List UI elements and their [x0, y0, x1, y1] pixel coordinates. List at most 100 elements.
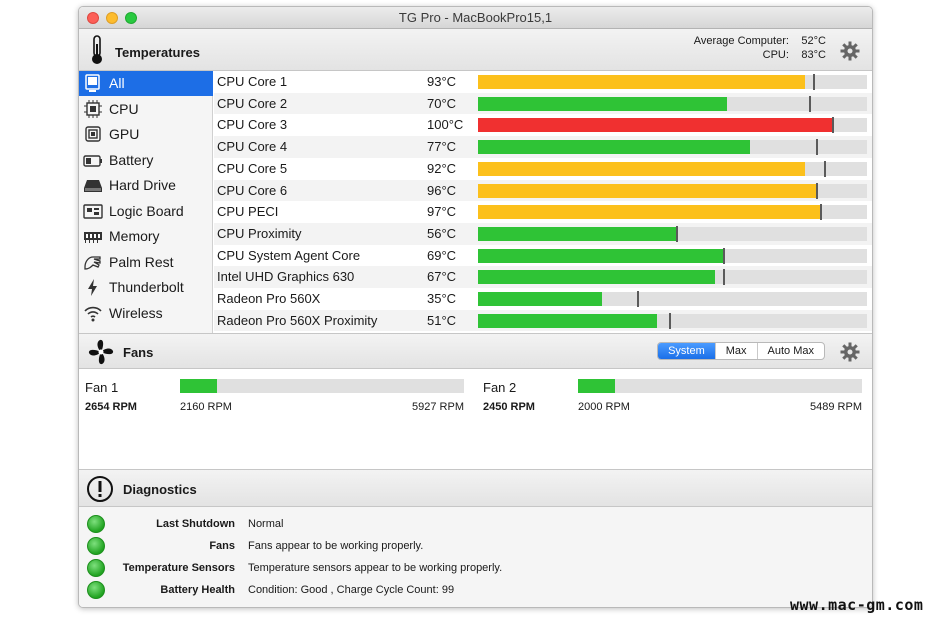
fans-settings-gear-icon[interactable]: [840, 342, 860, 362]
temperature-bar: [478, 225, 867, 242]
temperatures-settings-gear-icon[interactable]: [840, 41, 860, 61]
sidebar-item-palm-rest[interactable]: Palm Rest: [79, 250, 213, 275]
sensor-category-sidebar: All CPU GPU Battery Hard Drive Logic Boa…: [79, 71, 213, 333]
sidebar-item-label: Thunderbolt: [109, 279, 184, 295]
sidebar-item-hard-drive[interactable]: Hard Drive: [79, 173, 213, 198]
sensor-temperature: 96°C: [427, 182, 457, 198]
sidebar-item-cpu[interactable]: CPU: [79, 97, 213, 122]
cpu-chip-icon: [84, 99, 102, 118]
average-computer-label: Average Computer:: [693, 35, 789, 47]
sensor-row[interactable]: CPU Core 4 77°C: [214, 136, 872, 158]
cpu-summary-value: 83°C: [801, 49, 826, 61]
sidebar-item-label: Memory: [109, 228, 160, 244]
diagnostic-row-battery-health: Battery Health Condition: Good , Charge …: [79, 579, 872, 601]
hard-drive-icon: [84, 180, 102, 192]
sensor-row[interactable]: CPU PECI 97°C: [214, 201, 872, 223]
sidebar-item-label: Logic Board: [109, 202, 184, 219]
fan-max-rpm: 5489 RPM: [810, 401, 862, 413]
diagnostic-value: Temperature sensors appear to be working…: [248, 562, 503, 574]
temperature-bar-fill: [478, 292, 603, 306]
sidebar-item-thunderbolt[interactable]: Thunderbolt: [79, 275, 213, 300]
temperature-bar-fill: [478, 118, 832, 133]
temperatures-title: Temperatures: [115, 45, 201, 60]
sensor-temperature: 67°C: [427, 269, 457, 285]
fan-mode-selector[interactable]: System Max Auto Max: [657, 342, 825, 360]
sensor-name: CPU Core 3: [217, 117, 288, 133]
fan-min-rpm: 2000 RPM: [578, 401, 630, 413]
fan-mode-auto-max[interactable]: Auto Max: [756, 343, 824, 359]
sensor-row[interactable]: Radeon Pro 560X Proximity 51°C: [214, 309, 872, 332]
diagnostics-header: Diagnostics: [79, 469, 872, 507]
sensor-row[interactable]: CPU Core 5 92°C: [214, 158, 872, 180]
diagnostic-value: Normal: [248, 518, 284, 530]
temperature-bar-fill: [478, 140, 751, 155]
max-temperature-marker: [676, 225, 679, 242]
sensor-name: CPU Core 2: [217, 95, 288, 111]
fan-current-rpm: 2654 RPM: [85, 401, 137, 413]
temperature-bar: [478, 291, 867, 307]
sidebar-item-label: CPU: [109, 100, 139, 117]
sidebar-item-wireless[interactable]: Wireless: [79, 301, 213, 326]
sidebar-item-memory[interactable]: Memory: [79, 224, 213, 249]
fan-current-rpm: 2450 RPM: [483, 401, 535, 413]
diagnostic-row-fans: Fans Fans appear to be working properly.: [79, 535, 872, 557]
fan-mode-max[interactable]: Max: [714, 343, 757, 359]
sensor-name: CPU Core 1: [217, 74, 288, 89]
temperature-bar: [478, 182, 867, 199]
diagnostic-label: Last Shutdown: [156, 518, 235, 530]
diagnostic-label: Temperature Sensors: [122, 562, 235, 574]
temperature-bar: [478, 95, 867, 112]
logic-board-icon: [83, 203, 103, 219]
temperature-bar: [478, 117, 867, 134]
max-temperature-marker: [723, 269, 726, 286]
temperature-sensor-list[interactable]: CPU Core 1 93°C CPU Core 2 70°C CPU Core 3 10…: [214, 71, 872, 333]
sidebar-item-gpu[interactable]: GPU: [79, 122, 213, 147]
sensor-row[interactable]: Intel UHD Graphics 630 67°C: [214, 266, 872, 288]
sensor-temperature: 51°C: [427, 312, 457, 328]
diagnostic-label: Battery Health: [160, 584, 235, 596]
wifi-icon: [84, 306, 102, 321]
fan-mode-system[interactable]: System: [658, 343, 715, 359]
fan-icon: [88, 339, 114, 365]
sensor-row[interactable]: CPU Core 3 100°C: [214, 114, 872, 136]
sensor-row[interactable]: CPU Core 1 93°C: [214, 71, 872, 93]
fan-min-rpm: 2160 RPM: [180, 401, 232, 413]
thunderbolt-icon: [88, 279, 97, 296]
max-temperature-marker: [831, 117, 834, 134]
sensor-temperature: 69°C: [427, 247, 457, 263]
temperature-bar: [478, 160, 867, 177]
cpu-summary-label: CPU:: [762, 49, 789, 61]
fan-speed-bar: [578, 379, 862, 393]
temperature-bar: [478, 204, 867, 221]
sensor-name: CPU Proximity: [217, 225, 302, 241]
sensor-row[interactable]: CPU Core 2 70°C: [214, 92, 872, 115]
sensor-row[interactable]: CPU Core 6 96°C: [214, 179, 872, 202]
sidebar-item-all[interactable]: All: [79, 71, 213, 96]
sensor-name: CPU Core 6: [217, 182, 288, 198]
sidebar-item-logic-board[interactable]: Logic Board: [79, 199, 213, 224]
diagnostics-title: Diagnostics: [123, 482, 197, 497]
diagnostic-row-last-shutdown: Last Shutdown Normal: [79, 513, 872, 535]
sensor-row[interactable]: CPU Proximity 56°C: [214, 222, 872, 245]
sidebar-item-battery[interactable]: Battery: [79, 148, 213, 173]
sensor-name: CPU Core 5: [217, 160, 288, 176]
sensor-temperature: 100°C: [427, 117, 464, 133]
sensor-row[interactable]: CPU System Agent Core 69°C: [214, 245, 872, 267]
status-ok-indicator: [87, 515, 105, 533]
max-temperature-marker: [668, 312, 671, 329]
temperature-bar-fill: [478, 161, 805, 176]
temperature-bar: [478, 74, 867, 90]
temperature-bar: [478, 269, 867, 286]
sensor-temperature: 97°C: [427, 204, 457, 220]
temperature-bar: [478, 139, 867, 156]
sensor-name: CPU PECI: [217, 204, 279, 220]
temperature-bar-fill: [478, 183, 817, 198]
temperature-bar-fill: [478, 226, 677, 241]
temperature-bar-fill: [478, 270, 716, 285]
sensor-temperature: 56°C: [427, 225, 457, 241]
max-temperature-marker: [820, 204, 823, 221]
fan-speed-fill: [180, 379, 217, 393]
sensor-row[interactable]: Radeon Pro 560X 35°C: [214, 288, 872, 310]
fan-1: Fan 1 2654 RPM 2160 RPM 5927 RPM: [79, 377, 469, 417]
temperature-summary: Average Computer: 52°C CPU: 83°C: [694, 34, 826, 62]
